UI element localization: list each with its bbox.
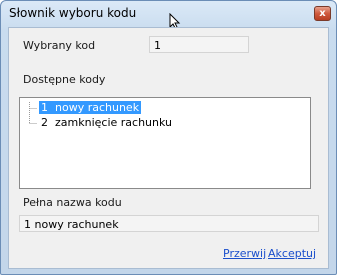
full-name-field: 1 nowy rachunek (19, 215, 319, 232)
close-button[interactable]: x (314, 6, 331, 21)
cancel-link[interactable]: Przerwij (223, 247, 266, 260)
dialog-window: Słownik wyboru kodu x Wybrany kod 1 Dost… (0, 0, 337, 275)
tree-item-code-1[interactable]: 1 nowy rachunek (39, 101, 142, 115)
tree-item-number: 2 (41, 116, 48, 129)
available-codes-label: Dostępne kody (23, 73, 106, 86)
tree-item-number: 1 (41, 101, 48, 114)
tree-item-code-2[interactable]: 2 zamknięcie rachunku (41, 116, 172, 130)
accept-link[interactable]: Akceptuj (268, 247, 316, 260)
selected-code-field: 1 (149, 36, 249, 53)
tree-item-name: zamknięcie rachunku (55, 116, 172, 129)
full-name-value: 1 nowy rachunek (24, 218, 119, 231)
tree-item-name: nowy rachunek (55, 101, 140, 114)
close-icon: x (319, 8, 326, 19)
window-title: Słownik wyboru kodu (9, 6, 137, 20)
full-name-label: Pełna nazwa kodu (23, 196, 122, 209)
codes-tree[interactable]: 1 nowy rachunek 2 zamknięcie rachunku (19, 97, 311, 189)
selected-code-label: Wybrany kod (23, 39, 96, 52)
selected-code-value: 1 (154, 39, 161, 52)
dialog-body: Wybrany kod 1 Dostępne kody 1 nowy rachun… (8, 27, 329, 269)
